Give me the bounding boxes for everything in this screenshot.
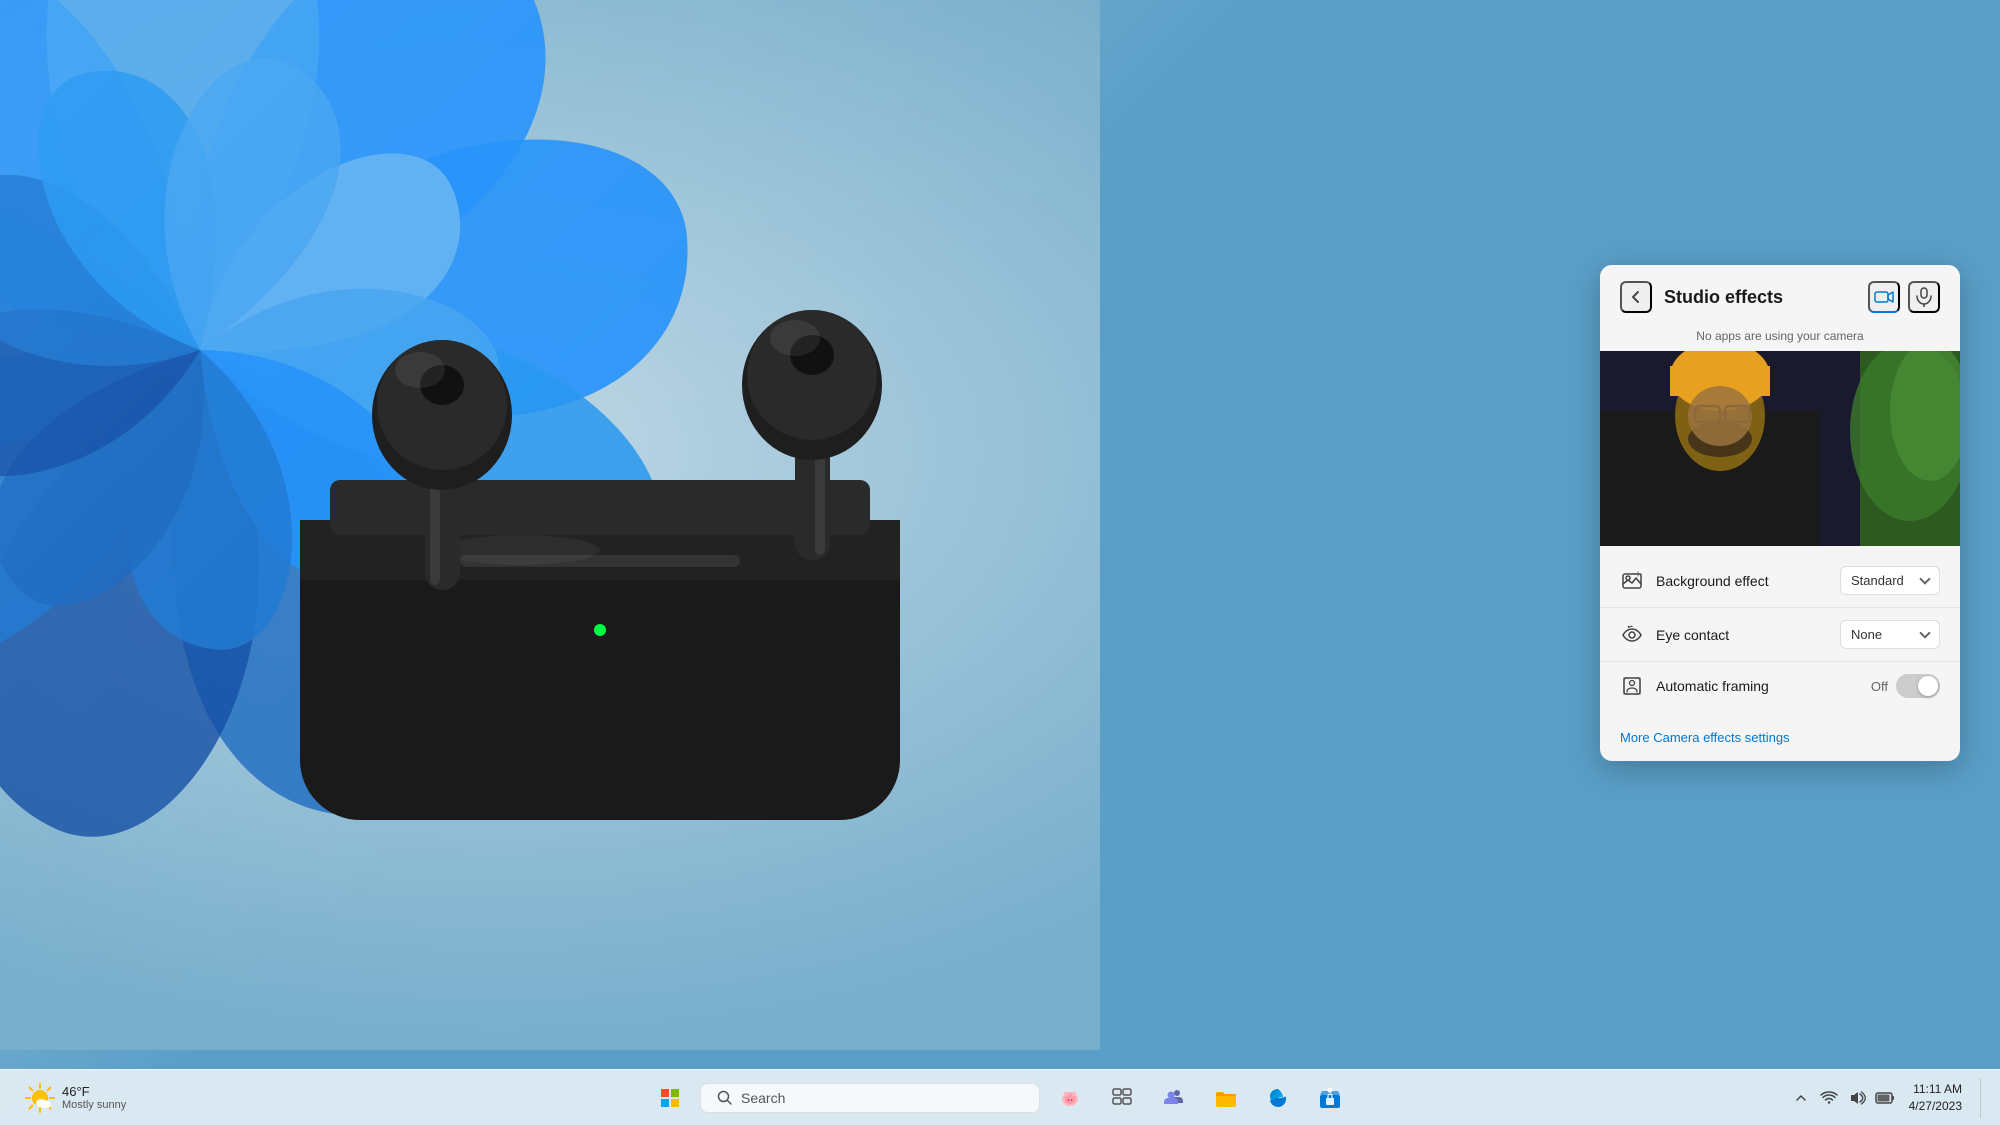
chevron-up-icon <box>1795 1092 1807 1104</box>
clock-date: 4/27/2023 <box>1909 1098 1962 1115</box>
microphone-header-icon[interactable] <box>1908 281 1940 313</box>
automatic-framing-row: Automatic framing Off <box>1600 662 1960 710</box>
background-effect-left: Background effect <box>1620 569 1769 593</box>
wifi-button[interactable] <box>1819 1088 1839 1108</box>
edge-icon <box>1267 1087 1289 1109</box>
background-effect-chevron <box>1919 573 1930 584</box>
toggle-thumb <box>1918 676 1938 696</box>
weather-text: 46°F Mostly sunny <box>62 1084 126 1111</box>
panel-header: Studio effects <box>1600 265 1960 325</box>
widgets-icon <box>1058 1086 1082 1110</box>
camera-status-text: No apps are using your camera <box>1600 325 1960 351</box>
panel-header-icons <box>1868 281 1940 313</box>
store-button[interactable] <box>1308 1076 1352 1120</box>
automatic-framing-label: Automatic framing <box>1656 678 1769 694</box>
taskbar-right: 11:11 AM 4/27/2023 <box>1791 1078 1984 1118</box>
eye-contact-icon <box>1620 623 1644 647</box>
search-icon <box>717 1090 733 1106</box>
edge-button[interactable] <box>1256 1076 1300 1120</box>
more-camera-settings-link[interactable]: More Camera effects settings <box>1600 718 1960 761</box>
automatic-framing-toggle[interactable] <box>1896 674 1940 698</box>
background-effect-value: Standard <box>1851 573 1904 588</box>
background-effect-dropdown[interactable]: Standard <box>1840 566 1940 595</box>
battery-icon <box>1875 1091 1895 1105</box>
teams-icon <box>1163 1087 1185 1109</box>
task-view-icon <box>1112 1088 1132 1108</box>
taskbar-center: Search <box>648 1076 1352 1120</box>
system-clock[interactable]: 11:11 AM 4/27/2023 <box>1903 1079 1968 1117</box>
widgets-icon-btn[interactable] <box>1048 1076 1092 1120</box>
eye-contact-label: Eye contact <box>1656 627 1729 643</box>
background-effect-icon <box>1620 569 1644 593</box>
file-explorer-button[interactable] <box>1204 1076 1248 1120</box>
store-icon <box>1319 1087 1341 1109</box>
volume-button[interactable] <box>1847 1088 1867 1108</box>
camera-header-icon[interactable] <box>1868 281 1900 313</box>
clock-time: 11:11 AM <box>1913 1081 1962 1098</box>
taskbar-left: 46°F Mostly sunny <box>16 1078 134 1118</box>
eye-contact-row: Eye contact None <box>1600 608 1960 662</box>
show-hidden-icons-button[interactable] <box>1791 1088 1811 1108</box>
desktop: Studio effects No apps are <box>0 0 2000 1125</box>
weather-widget[interactable]: 46°F Mostly sunny <box>16 1078 134 1118</box>
battery-button[interactable] <box>1875 1088 1895 1108</box>
back-button[interactable] <box>1620 281 1652 313</box>
start-button[interactable] <box>648 1076 692 1120</box>
eye-contact-chevron <box>1919 627 1930 638</box>
automatic-framing-value-label: Off <box>1871 679 1888 694</box>
toggle-track[interactable] <box>1896 674 1940 698</box>
windows-logo-icon <box>661 1089 679 1107</box>
eye-contact-dropdown[interactable]: None <box>1840 620 1940 649</box>
teams-button[interactable] <box>1152 1076 1196 1120</box>
task-view-button[interactable] <box>1100 1076 1144 1120</box>
automatic-framing-icon <box>1620 674 1644 698</box>
taskbar: 46°F Mostly sunny <box>0 1069 2000 1125</box>
weather-icon <box>24 1082 56 1114</box>
show-desktop-button[interactable] <box>1980 1078 1984 1118</box>
automatic-framing-toggle-area: Off <box>1871 674 1940 698</box>
panel-title: Studio effects <box>1664 287 1856 308</box>
eye-contact-left: Eye contact <box>1620 623 1729 647</box>
automatic-framing-left: Automatic framing <box>1620 674 1769 698</box>
airpods-image <box>200 200 1050 850</box>
weather-temperature: 46°F <box>62 1084 126 1099</box>
eye-contact-value: None <box>1851 627 1882 642</box>
search-label: Search <box>741 1090 785 1106</box>
camera-preview <box>1600 351 1960 546</box>
wifi-icon <box>1820 1089 1838 1107</box>
search-bar[interactable]: Search <box>700 1083 1040 1113</box>
background-effect-row: Background effect Standard <box>1600 554 1960 608</box>
volume-icon <box>1848 1089 1866 1107</box>
background-effect-label: Background effect <box>1656 573 1769 589</box>
weather-description: Mostly sunny <box>62 1099 126 1111</box>
panel-settings: Background effect Standard <box>1600 546 1960 718</box>
studio-effects-panel: Studio effects No apps are <box>1600 265 1960 761</box>
file-explorer-icon <box>1215 1087 1237 1109</box>
